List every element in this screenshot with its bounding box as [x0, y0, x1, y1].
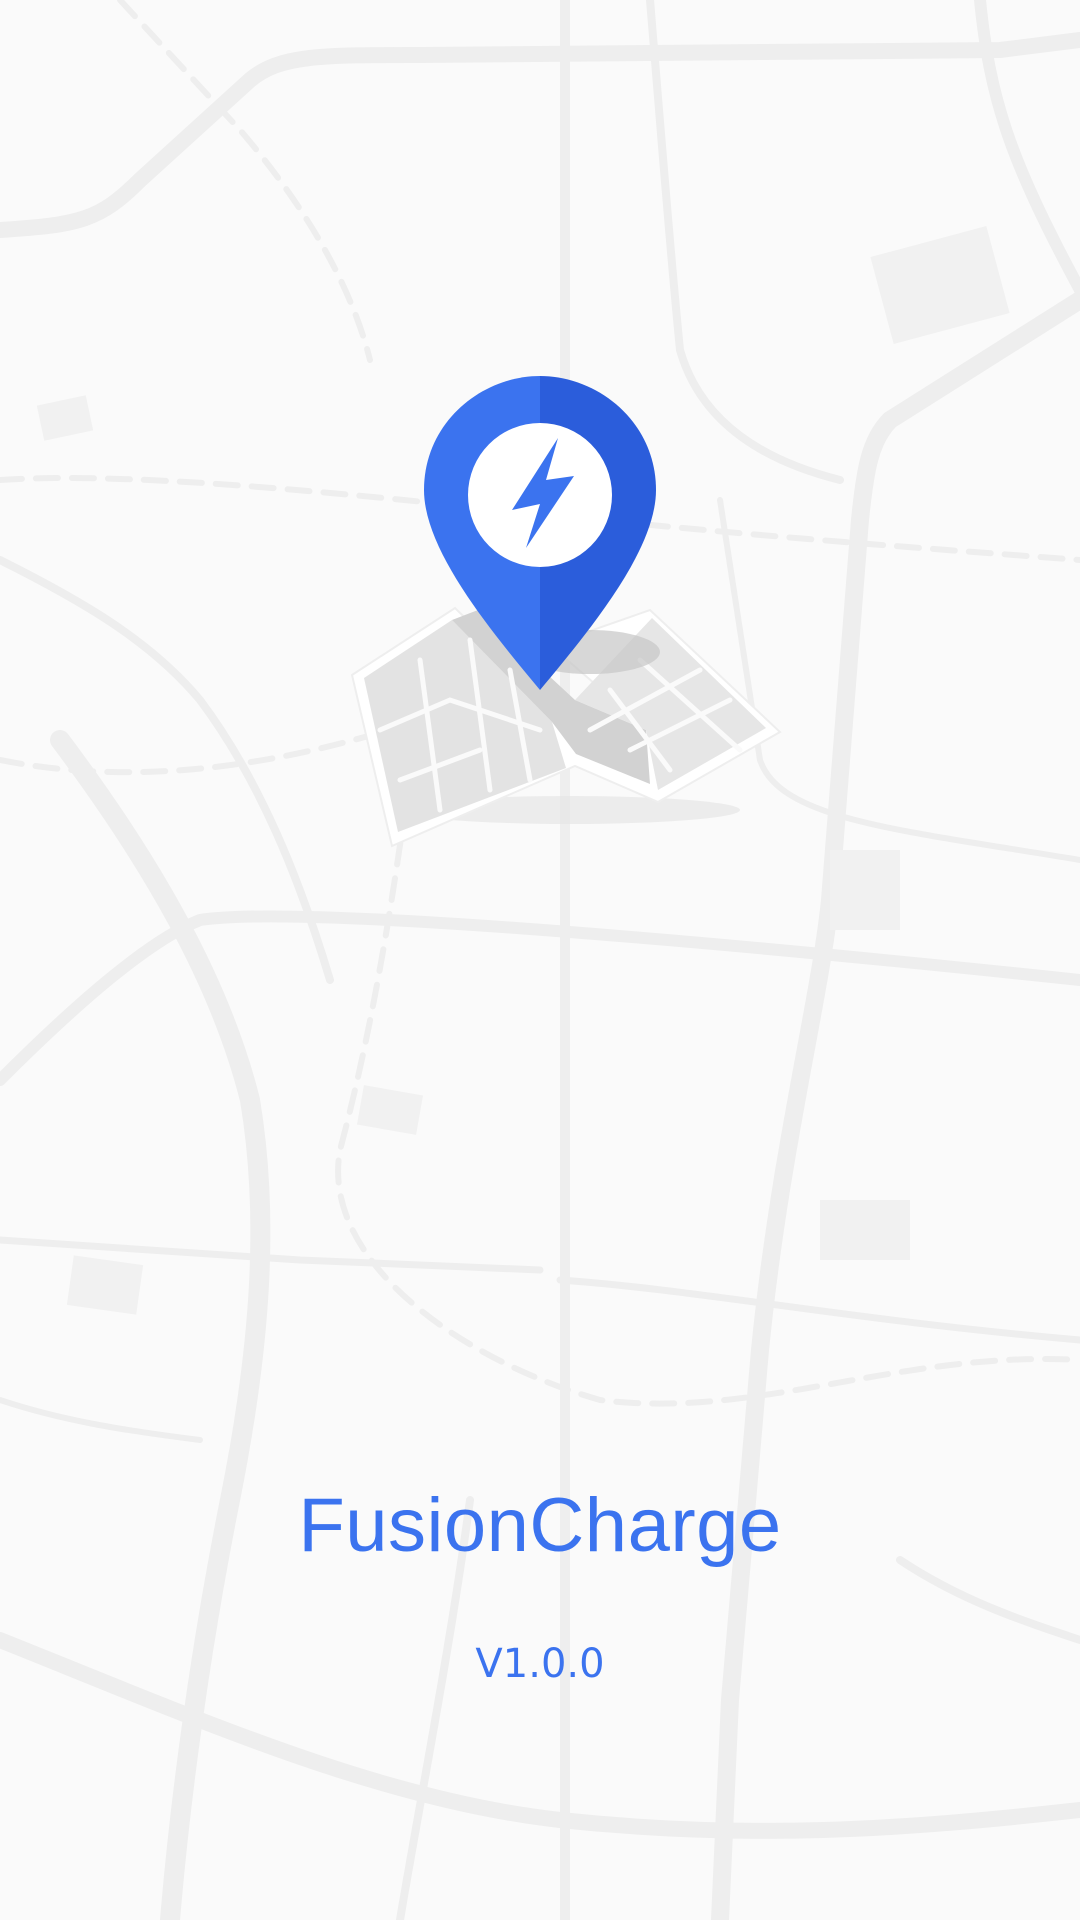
splash-screen: FusionCharge V1.0.0: [0, 0, 1080, 1920]
app-version: V1.0.0: [475, 1641, 605, 1687]
street-map-background: [0, 0, 1080, 1920]
app-name: FusionCharge: [298, 1483, 782, 1568]
app-logo: [350, 376, 782, 848]
